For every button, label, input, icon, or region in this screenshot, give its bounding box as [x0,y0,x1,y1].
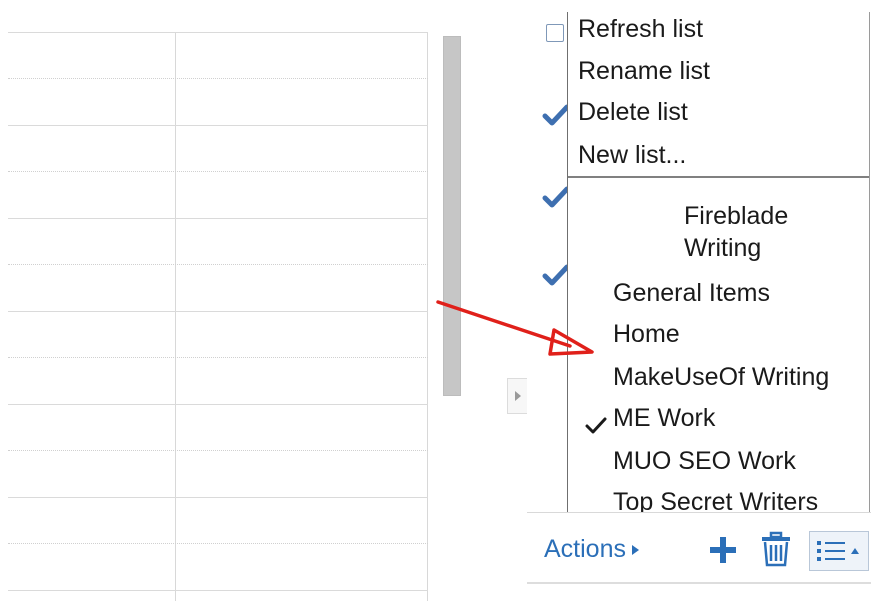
grid-row-line [8,125,428,126]
list-item-general-items[interactable]: General Items [613,278,770,308]
caret-right-icon [631,545,639,556]
task-action-bar: Actions [527,512,871,584]
calendar-grid [0,32,428,601]
grid-half-hour-line [8,357,428,358]
menu-item-new-list[interactable]: New list... [578,140,686,170]
list-item-makeuseof-writing[interactable]: MakeUseOf Writing [613,362,829,392]
expand-arrow-icon [514,391,521,401]
task-completed-check-icon[interactable] [542,104,568,126]
grid-right-edge [427,32,428,601]
list-item-home[interactable]: Home [613,319,680,349]
task-list-menu: Refresh list Rename list Delete list New… [567,12,870,522]
task-checkbox[interactable] [546,24,564,42]
actions-label: Actions [544,535,626,563]
grid-row-line [8,218,428,219]
grid-half-hour-line [8,171,428,172]
list-item-me-work[interactable]: ME Work [613,403,715,433]
grid-row-line [8,497,428,498]
grid-column-divider [175,32,176,601]
actions-menu-button[interactable]: Actions [544,535,639,564]
annotation-arrow [436,300,594,356]
plus-icon[interactable] [708,535,738,565]
trash-icon[interactable] [759,531,793,567]
menu-item-rename-list[interactable]: Rename list [578,56,710,86]
task-completed-check-icon[interactable] [542,264,568,286]
menu-separator [568,176,869,178]
list-item-muo-seo-work[interactable]: MUO SEO Work [613,446,796,476]
selected-check-icon [585,417,607,434]
list-switcher-button[interactable] [809,531,869,571]
grid-half-hour-line [8,264,428,265]
grid-half-hour-line [8,450,428,451]
grid-row-line [8,311,428,312]
grid-half-hour-line [8,78,428,79]
menu-item-refresh-list[interactable]: Refresh list [578,14,703,44]
task-completed-check-icon[interactable] [542,186,568,208]
menu-item-delete-list[interactable]: Delete list [578,97,688,127]
list-menu-icon [817,541,859,561]
collapse-panel-handle[interactable] [507,378,527,414]
list-item-fireblade-writing[interactable]: Fireblade Writing [684,200,834,264]
grid-half-hour-line [8,543,428,544]
grid-row-line [8,32,428,33]
grid-row-line [8,404,428,405]
grid-row-line [8,590,428,591]
